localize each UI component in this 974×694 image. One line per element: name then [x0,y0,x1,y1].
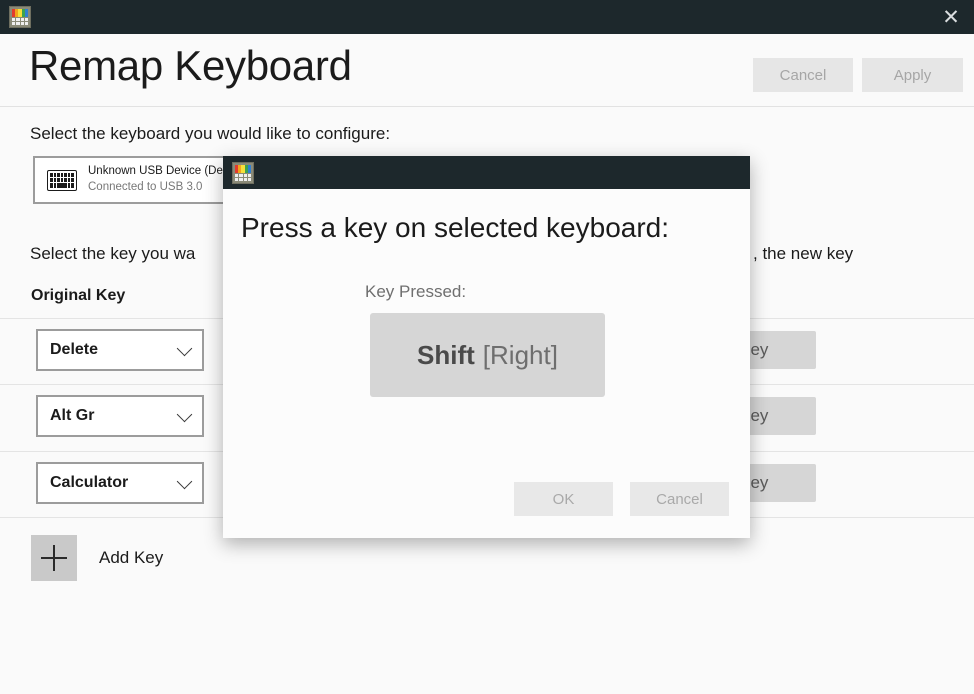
cancel-button[interactable]: Cancel [753,58,853,92]
icon-keys [12,18,28,25]
chevron-down-icon [176,406,193,423]
icon-stripes [235,164,252,173]
remap-keyboard-window: ✕ Remap Keyboard Cancel Apply Select the… [0,0,974,694]
press-key-dialog: Press a key on selected keyboard: Key Pr… [223,156,750,538]
column-header-original-key: Original Key [31,287,126,304]
select-key-instruction: Select the key you wa [30,244,196,263]
original-key-dropdown[interactable]: Delete [36,329,204,371]
key-pressed-label: Key Pressed: [365,282,467,301]
apply-button[interactable]: Apply [862,58,963,92]
original-key-dropdown[interactable]: Calculator [36,462,204,504]
add-key-button[interactable] [31,535,77,581]
key-pressed-main: Shift [417,339,475,370]
keyboard-manager-icon [232,161,254,184]
select-keyboard-label: Select the keyboard you would like to co… [30,124,391,143]
chevron-down-icon [176,340,193,357]
window-titlebar: ✕ [0,0,974,34]
dialog-cancel-button[interactable]: Cancel [630,482,729,516]
original-key-dropdown[interactable]: Alt Gr [36,395,204,437]
select-key-instruction-tail: , the new key [753,244,854,263]
page-title: Remap Keyboard [29,42,352,89]
dialog-ok-button[interactable]: OK [514,482,613,516]
keyboard-icon [47,169,77,191]
dialog-title: Press a key on selected keyboard: [241,212,670,243]
add-key-label: Add Key [99,548,164,567]
original-key-value: Delete [50,341,99,358]
icon-stripes [12,9,29,17]
chevron-down-icon [176,473,193,490]
keyboard-manager-icon [9,6,31,28]
dialog-titlebar [223,156,750,189]
add-key-row: Add Key [31,535,163,581]
original-key-value: Calculator [50,474,129,491]
key-pressed-chip: Shift [Right] [370,313,605,397]
original-key-value: Alt Gr [50,407,95,424]
close-icon[interactable]: ✕ [928,0,974,34]
icon-keys [235,173,251,181]
key-pressed-modifier: [Right] [482,339,558,370]
page-header: Remap Keyboard Cancel Apply [0,34,974,106]
